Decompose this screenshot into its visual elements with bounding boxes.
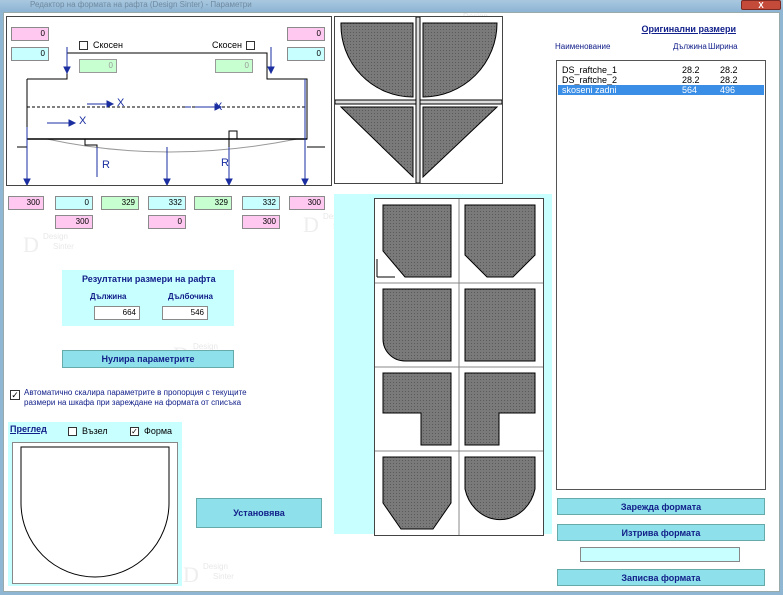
node-checkbox[interactable] xyxy=(68,427,77,436)
row-width: 28.2 xyxy=(720,65,738,75)
save-shape-button[interactable]: Записва формата xyxy=(557,569,765,586)
left-bevel-value[interactable]: 0 xyxy=(79,59,117,73)
dimension-diagram: 0 0 0 0 Скосен Скосен 0 0 X X X R R xyxy=(6,16,332,187)
right-radius-field[interactable]: 300 xyxy=(242,215,280,229)
shape-name-input[interactable] xyxy=(580,547,740,562)
row-width: 28.2 xyxy=(720,75,738,85)
corner-shapes xyxy=(334,16,503,184)
left-bevel-checkbox[interactable] xyxy=(79,41,88,50)
col-name-header: Наименование xyxy=(555,42,611,51)
reset-parameters-button[interactable]: Нулира параметрите xyxy=(62,350,234,368)
delete-shape-button[interactable]: Изтрива формата xyxy=(557,524,765,541)
left-radius-field[interactable]: 300 xyxy=(55,215,93,229)
r-label-2: R xyxy=(221,157,229,169)
top-right-offset-field[interactable]: 0 xyxy=(287,27,325,41)
x-label-3: X xyxy=(215,101,223,113)
center-field[interactable]: 332 xyxy=(148,196,186,210)
right-bevel-label: Скосен xyxy=(212,40,243,50)
diagram-lines xyxy=(17,47,325,187)
top-left-offset-field[interactable]: 0 xyxy=(11,27,49,41)
row-length: 28.2 xyxy=(682,65,700,75)
catalog-shapes xyxy=(375,199,543,535)
list-row[interactable]: DS_raftche_2 28.2 28.2 xyxy=(558,75,764,85)
watermark-d: D xyxy=(303,212,319,237)
right-radius-x-field[interactable]: 332 xyxy=(242,196,280,210)
right-bevel-value[interactable]: 0 xyxy=(215,59,253,73)
row-name: skoseni zadni xyxy=(562,85,617,95)
shape-label: Форма xyxy=(144,426,173,436)
watermark-d: D xyxy=(23,232,39,257)
top-right-depth-field[interactable]: 0 xyxy=(287,47,325,61)
x-label-2: X xyxy=(79,115,87,127)
right-segment-field[interactable]: 329 xyxy=(194,196,232,210)
shape-preview-canvas xyxy=(12,442,178,584)
close-button[interactable]: X xyxy=(741,0,781,10)
left-bevel-label: Скосен xyxy=(93,40,124,50)
shape-catalog xyxy=(374,198,544,536)
window-title: Редактор на формата на рафта (Design Sin… xyxy=(30,0,252,9)
result-depth-value: 546 xyxy=(162,306,208,320)
x-label-1: X xyxy=(117,97,125,109)
preview-panel: Преглед Възел ✓ Форма xyxy=(8,422,182,586)
row-length: 28.2 xyxy=(682,75,700,85)
list-row[interactable]: DS_raftche_1 28.2 28.2 xyxy=(558,65,764,75)
watermark-word: Design xyxy=(43,232,68,241)
col-width-header: Ширина xyxy=(708,42,738,51)
corner-shape-panel xyxy=(334,16,503,184)
result-depth-label: Дълбочина xyxy=(168,292,213,301)
right-edge-field[interactable]: 300 xyxy=(289,196,325,210)
col-length-header: Дължина xyxy=(673,42,707,51)
autoscale-text-line1: Автоматично скалира параметрите в пропор… xyxy=(24,388,247,397)
watermark-word: Design xyxy=(203,562,228,571)
autoscale-text: Автоматично скалира параметрите в пропор… xyxy=(24,388,324,408)
watermark-d: D xyxy=(183,562,199,587)
row-name: DS_raftche_2 xyxy=(562,75,618,85)
row-name: DS_raftche_1 xyxy=(562,65,618,75)
left-segment-field[interactable]: 329 xyxy=(101,196,139,210)
set-button[interactable]: Установява xyxy=(196,498,322,528)
shapes-list[interactable]: DS_raftche_1 28.2 28.2 DS_raftche_2 28.2… xyxy=(556,60,766,490)
shape-preview-outline xyxy=(20,446,170,578)
watermark-word: Sinter xyxy=(213,572,234,581)
load-shape-button[interactable]: Зарежда формата xyxy=(557,498,765,515)
preview-title: Преглед xyxy=(10,424,47,434)
result-length-value: 664 xyxy=(94,306,140,320)
shape-checkbox[interactable]: ✓ xyxy=(130,427,139,436)
node-label: Възел xyxy=(82,426,108,436)
autoscale-text-line2: размери на шкафа при зареждане на формат… xyxy=(24,398,242,407)
watermark-word: Sinter xyxy=(53,242,74,251)
r-label-1: R xyxy=(102,159,110,171)
autoscale-checkbox[interactable]: ✓ xyxy=(10,390,20,400)
result-title: Резултатни размери на рафта xyxy=(82,274,216,284)
result-length-label: Дължина xyxy=(90,292,127,301)
left-radius-x-field[interactable]: 0 xyxy=(55,196,93,210)
list-row-selected[interactable]: skoseni zadni 564 496 xyxy=(558,85,764,95)
right-bevel-checkbox[interactable] xyxy=(246,41,255,50)
list-title: Оригинални размери xyxy=(641,24,737,34)
left-edge-field[interactable]: 300 xyxy=(8,196,44,210)
center-radius-field[interactable]: 0 xyxy=(148,215,186,229)
row-width: 496 xyxy=(720,85,736,95)
row-length: 564 xyxy=(682,85,698,95)
top-left-depth-field[interactable]: 0 xyxy=(11,47,49,61)
result-panel: Резултатни размери на рафта Дължина Дълб… xyxy=(62,270,234,326)
